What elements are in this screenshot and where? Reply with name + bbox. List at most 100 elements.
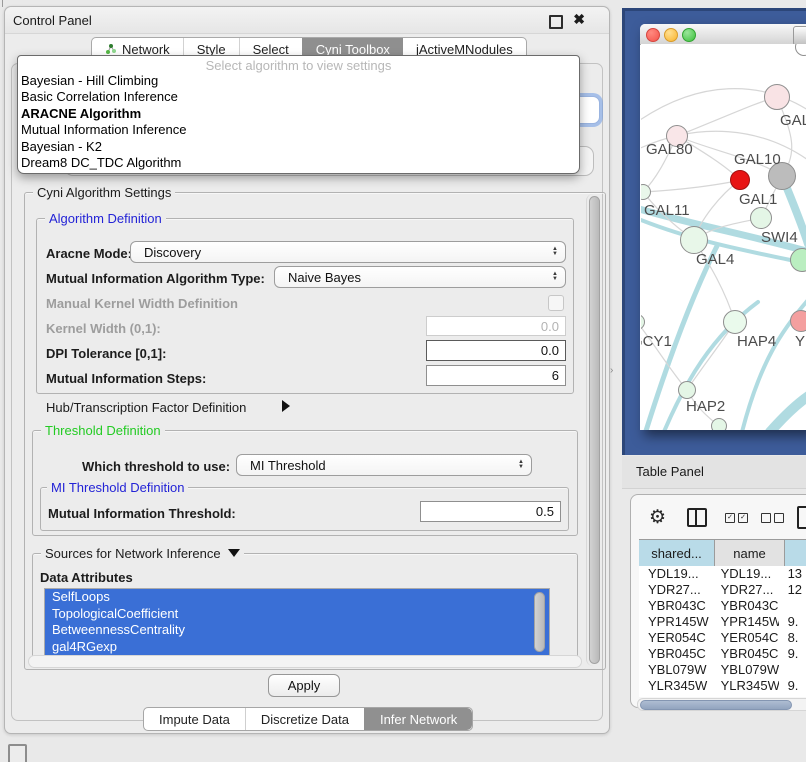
data-attributes-list[interactable]: SelfLoopsTopologicalCoefficientBetweenne… (44, 588, 550, 657)
expand-right-icon[interactable] (282, 400, 290, 412)
table-row[interactable]: YDL19...YDL19...13 (639, 566, 806, 582)
sources-group-title: Sources for Network Inference (41, 546, 244, 561)
algorithm-select-placeholder: Select algorithm to view settings (18, 56, 579, 73)
table-cell: YLR345W (712, 678, 779, 694)
mi-threshold-field[interactable]: 0.5 (420, 501, 561, 522)
network-node[interactable] (750, 207, 772, 229)
table-row[interactable]: YBR045CYBR045C9. (639, 646, 806, 662)
table-row[interactable]: YLR345WYLR345W9. (639, 678, 806, 694)
table-row[interactable]: YPR145WYPR145W9. (639, 614, 806, 630)
network-node[interactable] (790, 310, 806, 332)
table-cell: 12 (779, 582, 806, 598)
float-panel-icon[interactable] (549, 15, 563, 29)
apply-button[interactable]: Apply (268, 674, 340, 697)
table-cell (779, 694, 806, 697)
close-panel-icon[interactable]: ✖ (573, 11, 585, 28)
table-cell: YER054C (639, 630, 712, 646)
table-cell: 9. (779, 614, 806, 630)
network-node[interactable] (723, 310, 747, 334)
node-label-gal11: GAL11 (644, 202, 690, 219)
algorithm-option-dream8-dc-tdc-algorithm[interactable]: Dream8 DC_TDC Algorithm (18, 155, 579, 171)
mi-type-label: Mutual Information Algorithm Type: (46, 271, 265, 286)
file-icon[interactable] (797, 506, 806, 529)
kernel-width-field[interactable]: 0.0 (426, 316, 566, 336)
minimize-window-icon[interactable] (664, 28, 678, 42)
sources-title-text: Sources for Network Inference (45, 546, 221, 561)
column-header-2[interactable] (785, 540, 806, 566)
aracne-mode-label: Aracne Mode: (46, 246, 132, 261)
network-node[interactable] (678, 381, 696, 399)
collapse-down-icon[interactable] (228, 549, 240, 557)
tab-infer-network[interactable]: Infer Network (364, 708, 472, 730)
aracne-mode-combo[interactable]: Discovery ▲▼ (130, 241, 566, 263)
table-hscrollbar-track[interactable] (637, 698, 806, 711)
table-cell (779, 598, 806, 614)
gear-icon[interactable]: ⚙ (649, 506, 666, 529)
network-node[interactable] (764, 84, 790, 110)
table-cell: 13 (779, 566, 806, 582)
table-cell: YPR145W (712, 614, 779, 630)
network-icon (105, 43, 117, 55)
node-label-hap4: HAP4 (737, 333, 776, 350)
mi-steps-label: Mutual Information Steps: (46, 371, 206, 386)
node-label-swi4: SWI4 (761, 229, 798, 246)
table-row[interactable]: YDR27...YDR27...12 (639, 582, 806, 598)
algorithm-option-mutual-information-inference[interactable]: Mutual Information Inference (18, 122, 579, 138)
collapsed-panel-icon[interactable] (8, 744, 27, 762)
table-cell: YBL079W (639, 662, 712, 678)
dpi-tolerance-field[interactable]: 0.0 (426, 340, 566, 361)
network-node[interactable] (680, 226, 708, 254)
attribute-item-gal4rgexp[interactable]: gal4RGexp (45, 639, 549, 656)
table-row[interactable]: YIL052CYIL052C (639, 694, 806, 697)
which-threshold-label: Which threshold to use: (82, 459, 230, 474)
algorithm-option-bayesian-k2[interactable]: Bayesian - K2 (18, 139, 579, 155)
table-cell: YER054C (712, 630, 779, 646)
attribute-item-selfloops[interactable]: SelfLoops (45, 589, 549, 606)
table-cell: YDR27... (712, 582, 779, 598)
attribute-item-topologicalcoefficient[interactable]: TopologicalCoefficient (45, 606, 549, 623)
manual-kernel-label: Manual Kernel Width Definition (46, 296, 238, 311)
mi-threshold-label: Mutual Information Threshold: (48, 506, 236, 521)
table-cell (779, 662, 806, 678)
network-node[interactable] (711, 418, 727, 430)
attribute-list-scrollbar[interactable] (534, 592, 545, 652)
table-panel-bar: Table Panel (622, 456, 806, 489)
algorithm-option-bayesian-hill-climbing[interactable]: Bayesian - Hill Climbing (18, 73, 579, 89)
tab-discretize-data[interactable]: Discretize Data (245, 708, 364, 730)
splitpane-handle-icon[interactable]: › (610, 365, 613, 376)
column-header-name[interactable]: name (715, 540, 785, 566)
unchecked-pair-icon[interactable] (761, 513, 784, 523)
algorithm-option-basic-correlation-inference[interactable]: Basic Correlation Inference (18, 89, 579, 105)
attribute-item-betweennesscentrality[interactable]: BetweennessCentrality (45, 622, 549, 639)
zoom-window-icon[interactable] (682, 28, 696, 42)
algorithm-option-aracne-algorithm[interactable]: ARACNE Algorithm (18, 106, 579, 122)
node-label-gal10: GAL10 (734, 151, 781, 168)
table-cell: YBR045C (639, 646, 712, 662)
mi-steps-field[interactable]: 6 (426, 365, 566, 386)
threshold-definition-title: Threshold Definition (41, 423, 165, 438)
split-columns-icon[interactable] (687, 508, 707, 527)
column-header-shared[interactable]: shared... (639, 540, 715, 566)
settings-hscrollbar-track[interactable] (28, 655, 582, 668)
network-window: GALGAL80GAL10GAL11GAL1SWI4GAL4GCY1HAP4YH… (640, 24, 806, 430)
tab-impute-data[interactable]: Impute Data (144, 708, 245, 730)
network-window-titlebar[interactable] (640, 24, 806, 45)
which-threshold-combo[interactable]: MI Threshold ▲▼ (236, 454, 532, 476)
checked-pair-icon[interactable]: ✓✓ (725, 513, 748, 523)
settings-vscrollbar-track[interactable] (586, 194, 601, 666)
network-view[interactable]: GALGAL80GAL10GAL11GAL1SWI4GAL4GCY1HAP4YH… (641, 44, 806, 430)
table-cell: YBL079W (712, 662, 779, 678)
node-label-gcy1: GCY1 (641, 333, 672, 350)
network-node[interactable] (730, 170, 750, 190)
table-hscrollbar-thumb[interactable] (640, 700, 792, 710)
control-panel-titlebar[interactable]: Control Panel ✖ (5, 7, 609, 34)
close-window-icon[interactable] (646, 28, 660, 42)
table-row[interactable]: YBR043CYBR043C (639, 598, 806, 614)
table-row[interactable]: YER054CYER054C8. (639, 630, 806, 646)
manual-kernel-checkbox[interactable] (548, 295, 564, 311)
window-control-partial[interactable] (793, 26, 806, 46)
hub-definition-label: Hub/Transcription Factor Definition (46, 400, 246, 415)
table-row[interactable]: YBL079WYBL079W (639, 662, 806, 678)
settings-vscrollbar-thumb[interactable] (589, 196, 600, 664)
mi-type-combo[interactable]: Naive Bayes ▲▼ (274, 266, 566, 288)
